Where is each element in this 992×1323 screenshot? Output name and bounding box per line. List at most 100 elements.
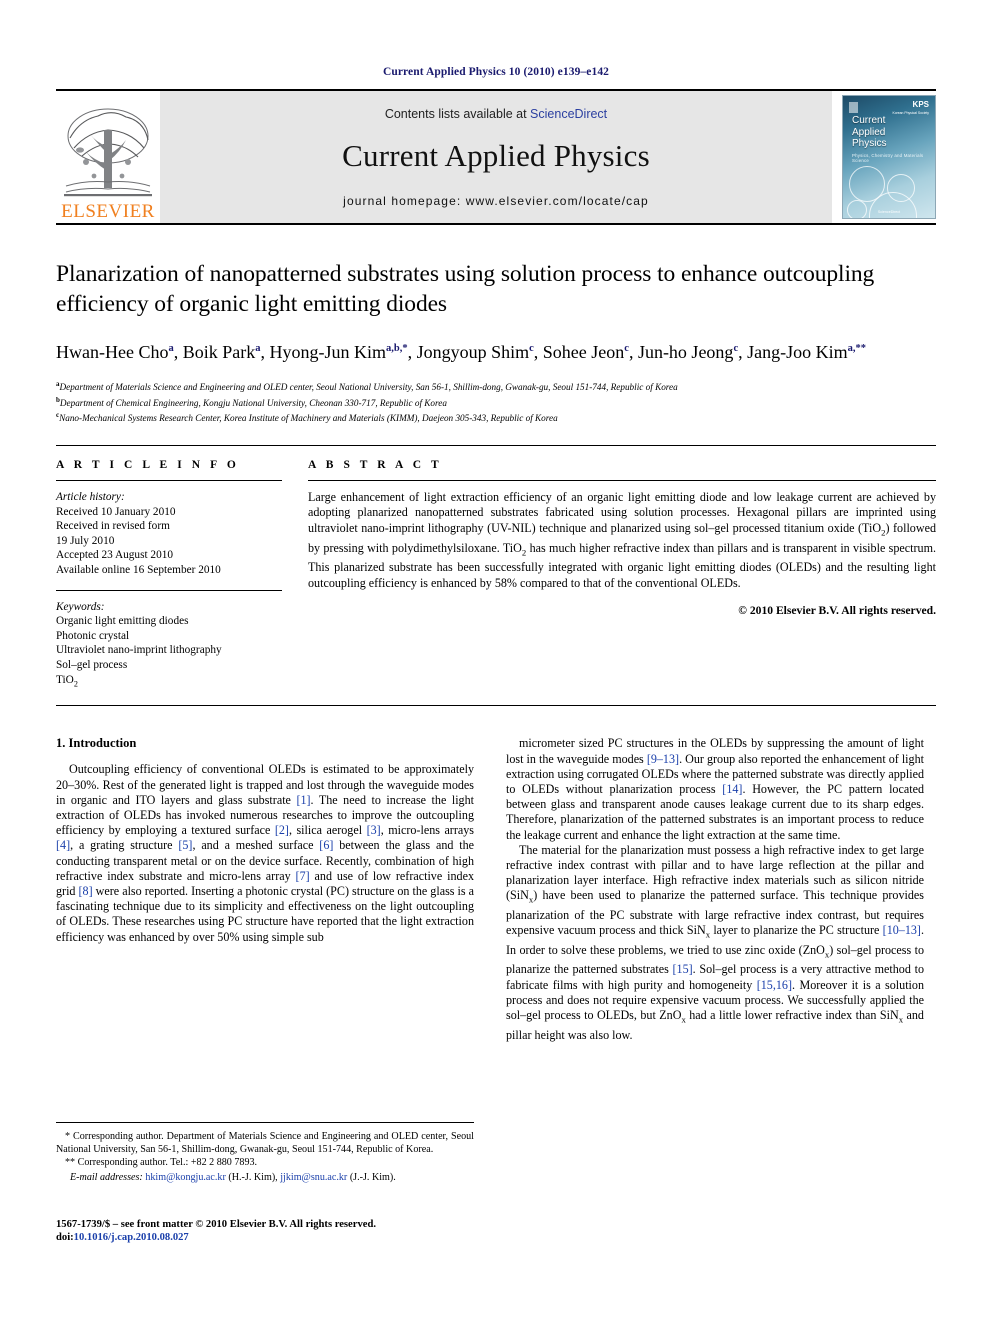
doi-link[interactable]: 10.1016/j.cap.2010.08.027 xyxy=(74,1232,189,1243)
author-list: Hwan-Hee Choa, Boik Parka, Hyong-Jun Kim… xyxy=(56,342,866,362)
article-info-heading: A R T I C L E I N F O xyxy=(56,458,240,471)
body-column-right: micrometer sized PC structures in the OL… xyxy=(506,736,924,1042)
issn-line: 1567-1739/$ – see front matter © 2010 El… xyxy=(56,1219,376,1230)
keyword-item: TiO2 xyxy=(56,673,78,688)
keywords-list: Organic light emitting diodes Photonic cr… xyxy=(56,614,282,691)
citation-reference[interactable]: [15,16] xyxy=(757,978,792,992)
abstract-heading: A B S T R A C T xyxy=(308,458,443,471)
cover-subtitle: Physics, Chemistry and Materials Science xyxy=(852,153,924,163)
email-addresses-label: E-mail addresses: xyxy=(70,1172,143,1183)
footnote-corresponding-2: ** Corresponding author. Tel.: +82 2 880… xyxy=(65,1157,258,1168)
email-link-2[interactable]: jjkim@snu.ac.kr xyxy=(280,1172,347,1183)
abstract-text: Large enhancement of light extraction ef… xyxy=(308,489,937,590)
article-history-item: 19 July 2010 xyxy=(56,534,115,547)
keyword-item: Ultraviolet nano-imprint lithography xyxy=(56,644,222,657)
citation-reference[interactable]: [8] xyxy=(79,884,93,898)
journal-masthead: ELSEVIER Contents lists available at Sci… xyxy=(56,89,936,225)
info-abstract-row: A R T I C L E I N F O Article history: R… xyxy=(56,446,936,691)
intro-paragraph-right-2: The material for the planarization must … xyxy=(506,842,925,1042)
author-name: Jun-ho Jeong xyxy=(637,342,734,362)
citation-reference[interactable]: [15] xyxy=(673,962,693,976)
citation-reference[interactable]: [7] xyxy=(296,869,310,883)
page-title: Planarization of nanopatterned substrate… xyxy=(56,261,875,317)
masthead-center-band: Contents lists available at ScienceDirec… xyxy=(160,91,832,223)
journal-title: Current Applied Physics xyxy=(342,138,650,173)
keyword-item: Organic light emitting diodes xyxy=(56,615,189,628)
citation-reference[interactable]: [14] xyxy=(722,782,742,796)
affiliation-item: cNano-Mechanical Systems Research Center… xyxy=(56,411,558,424)
keywords-rule xyxy=(56,589,282,591)
citation-reference[interactable]: [4] xyxy=(56,838,70,852)
author-name: Boik Park xyxy=(182,342,256,362)
cover-title: Current Applied Physics xyxy=(852,115,886,150)
email-link-1[interactable]: hkim@kongju.ac.kr xyxy=(145,1172,226,1183)
author-name: Jongyoup Shim xyxy=(416,342,530,362)
citation-reference[interactable]: [6] xyxy=(319,838,333,852)
author-affiliation-mark: a xyxy=(168,343,174,354)
author-affiliation-mark: c xyxy=(733,343,739,354)
cover-title-line-2: Applied xyxy=(852,126,886,138)
abstract-column: A B S T R A C T Large enhancement of lig… xyxy=(308,459,936,691)
citation-reference[interactable]: [3] xyxy=(367,823,381,837)
citation-reference[interactable]: [2] xyxy=(275,823,289,837)
footnote-emails: E-mail addresses: hkim@kongju.ac.kr (H.-… xyxy=(56,1171,474,1184)
article-history-list: Received 10 January 2010 Received in revi… xyxy=(56,505,282,578)
cover-society-abbr: KPS xyxy=(912,100,929,109)
email-owner-1: (H.-J. Kim), xyxy=(228,1172,278,1183)
abstract-rule xyxy=(308,479,936,481)
running-head: Current Applied Physics 10 (2010) e139–e… xyxy=(382,66,610,78)
article-history-item: Received 10 January 2010 xyxy=(56,505,176,518)
issn-footer: 1567-1739/$ – see front matter © 2010 El… xyxy=(56,1218,486,1245)
author-name: Jang-Joo Kim xyxy=(747,342,848,362)
abstract-copyright: © 2010 Elsevier B.V. All rights reserved… xyxy=(738,604,936,618)
author-affiliation-mark: c xyxy=(529,343,534,354)
author-name: Sohee Jeon xyxy=(542,342,625,362)
contents-prefix-text: Contents lists available at xyxy=(384,107,531,121)
author-affiliation-mark: a,b,* xyxy=(385,343,408,354)
cover-title-line-3: Physics xyxy=(852,138,887,149)
elsevier-wordmark: ELSEVIER xyxy=(61,201,155,222)
author-affiliation-mark: a,** xyxy=(847,343,866,354)
affiliation-item: aDepartment of Materials Science and Eng… xyxy=(56,380,678,393)
cover-footer-text: ScienceDirect xyxy=(877,210,901,214)
journal-homepage-link[interactable]: journal homepage: www.elsevier.com/locat… xyxy=(343,194,649,208)
contents-available-line: Contents lists available at ScienceDirec… xyxy=(385,107,607,121)
doi-line: doi:10.1016/j.cap.2010.08.027 xyxy=(56,1231,486,1244)
title-block: Planarization of nanopatterned substrate… xyxy=(56,259,936,425)
body-column-left: 1. Introduction Outcoupling efficiency o… xyxy=(56,736,474,1042)
keywords-label: Keywords: xyxy=(56,600,105,613)
footnote-block: * Corresponding author. Department of Ma… xyxy=(56,1122,474,1184)
cover-society-logo: KPS Korean Physical Society xyxy=(892,101,929,117)
affiliation-item: bDepartment of Chemical Engineering, Kon… xyxy=(56,395,447,408)
section-heading-introduction: 1. Introduction xyxy=(56,736,137,751)
article-info-rule xyxy=(56,479,282,481)
journal-cover-thumbnail: KPS Korean Physical Society Current Appl… xyxy=(842,95,936,219)
body-columns: 1. Introduction Outcoupling efficiency o… xyxy=(56,736,936,1042)
footnote-corresponding-1: * Corresponding author. Department of Ma… xyxy=(56,1131,474,1155)
cover-title-line-1: Current xyxy=(852,115,886,126)
article-info-column: A R T I C L E I N F O Article history: R… xyxy=(56,459,308,691)
article-history-label: Article history: xyxy=(56,490,125,503)
cover-society-name: Korean Physical Society xyxy=(892,111,929,115)
author-affiliation-mark: a xyxy=(255,343,261,354)
paper-page: Current Applied Physics 10 (2010) e139–e… xyxy=(0,0,992,1323)
affiliation-list: aDepartment of Materials Science and Eng… xyxy=(56,378,936,425)
cover-elsevier-mark-icon xyxy=(849,102,858,113)
citation-reference[interactable]: [9–13] xyxy=(647,752,679,766)
intro-paragraph-left: Outcoupling efficiency of conventional O… xyxy=(56,762,475,944)
citation-reference[interactable]: [10–13] xyxy=(883,923,921,937)
article-history-item: Accepted 23 August 2010 xyxy=(56,549,174,562)
info-bottom-rule xyxy=(56,705,936,707)
sciencedirect-link[interactable]: ScienceDirect xyxy=(530,107,607,121)
citation-reference[interactable]: [1] xyxy=(296,793,310,807)
author-name: Hyong-Jun Kim xyxy=(269,342,386,362)
keyword-item: Sol–gel process xyxy=(56,658,128,671)
citation-reference[interactable]: [5] xyxy=(178,838,192,852)
article-history-item: Received in revised form xyxy=(56,520,170,533)
email-owner-2: (J.-J. Kim). xyxy=(349,1172,396,1183)
doi-label: doi: xyxy=(56,1232,74,1244)
keyword-item: Photonic crystal xyxy=(56,629,130,642)
article-history-item: Available online 16 September 2010 xyxy=(56,563,221,576)
elsevier-tree-icon xyxy=(60,102,156,202)
author-name: Hwan-Hee Cho xyxy=(56,342,169,362)
